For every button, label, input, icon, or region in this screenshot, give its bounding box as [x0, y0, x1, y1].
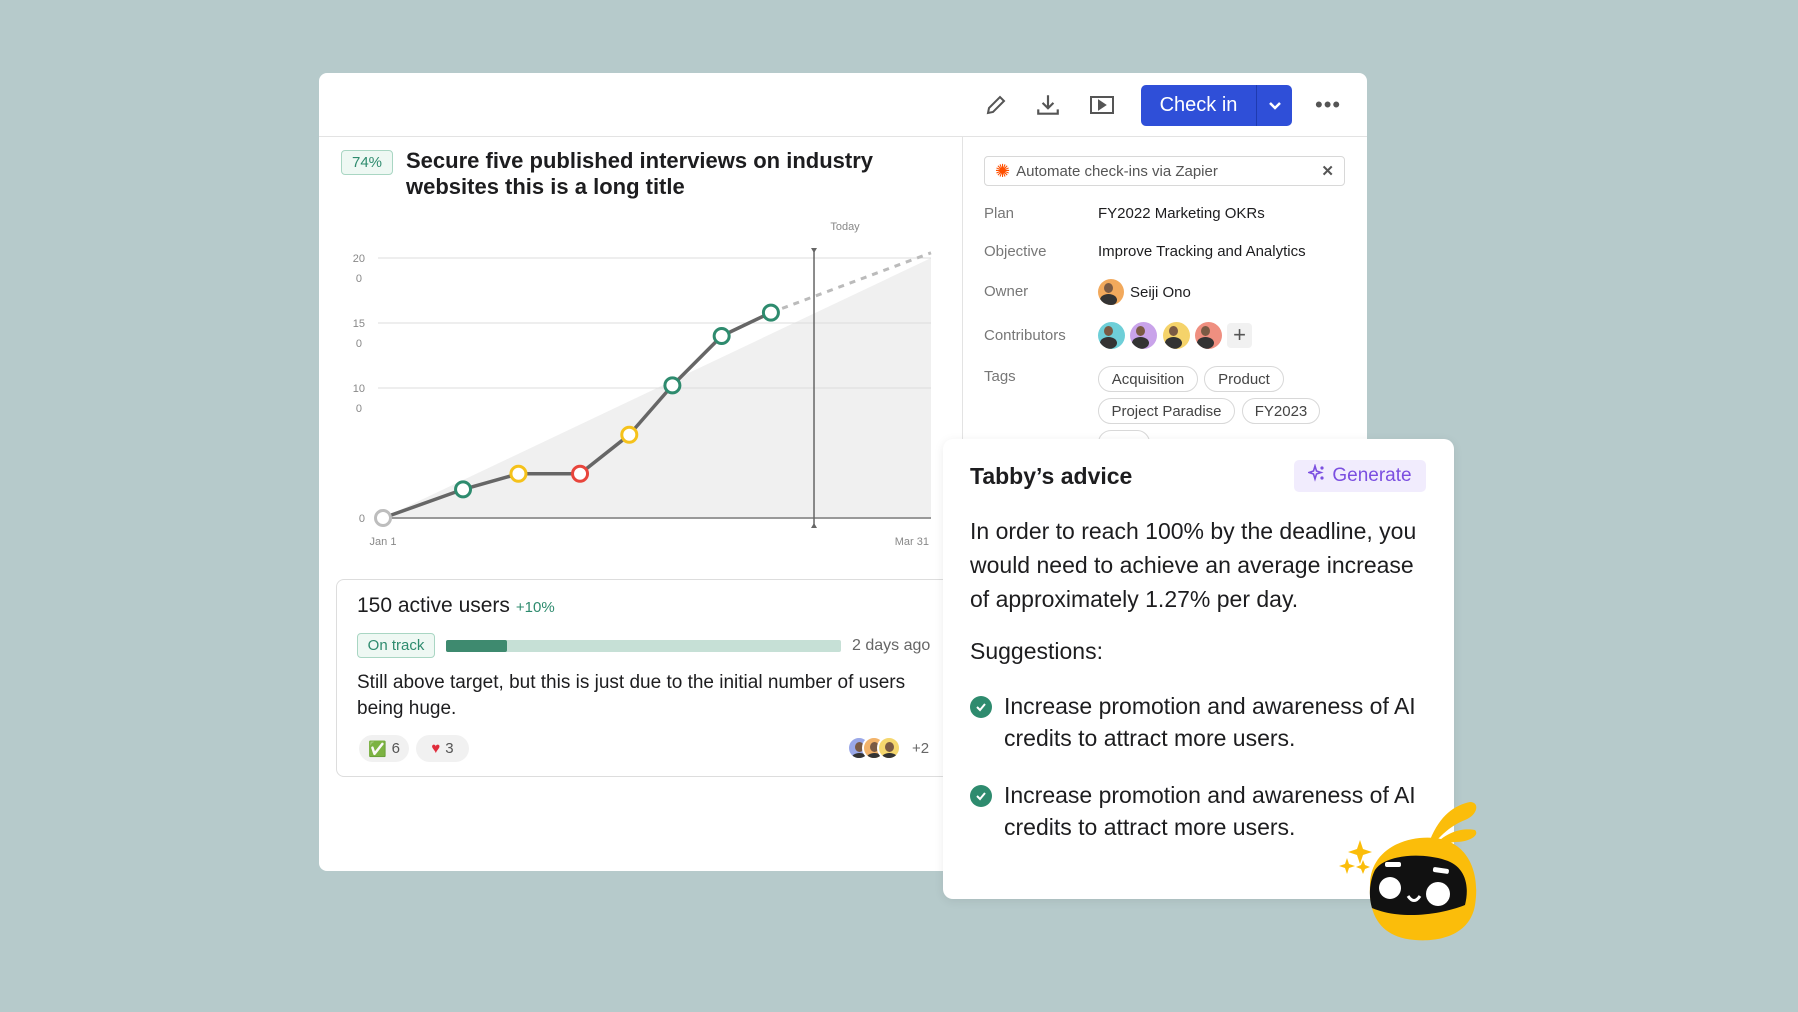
tags-label: Tags — [984, 368, 1016, 385]
contributor-avatar[interactable] — [1130, 322, 1157, 349]
y-tick-label: 0 — [356, 403, 362, 415]
data-point — [374, 509, 392, 527]
contributor-avatar[interactable] — [1163, 322, 1190, 349]
y-tick-label: 0 — [356, 273, 362, 285]
objective-value[interactable]: Improve Tracking and Analytics — [1098, 243, 1306, 260]
zapier-icon: ✺ — [995, 160, 1011, 181]
contributors-label: Contributors — [984, 327, 1066, 344]
tabby-mascot-icon — [1339, 802, 1477, 941]
checkin-title: 150 active users +10% — [357, 594, 555, 618]
check-in-button[interactable]: Check in — [1141, 85, 1292, 126]
add-contributor-button[interactable]: + — [1227, 323, 1252, 348]
plan-value[interactable]: FY2022 Marketing OKRs — [1098, 205, 1265, 222]
check-in-label: Check in — [1159, 94, 1238, 116]
owner-label: Owner — [984, 283, 1029, 300]
tag-fy2023[interactable]: FY2023 — [1242, 398, 1320, 424]
reaction-count: 3 — [445, 740, 454, 757]
chevron-down-icon[interactable] — [1257, 101, 1292, 111]
data-point — [712, 327, 731, 345]
owner-avatar — [1098, 279, 1124, 305]
check-emoji-icon: ✅ — [367, 740, 387, 758]
data-point — [509, 464, 528, 483]
contributors-list: + — [1098, 322, 1258, 350]
checkin-comment: Still above target, but this is just due… — [357, 672, 906, 719]
tag-project-paradise[interactable]: Project Paradise — [1098, 398, 1235, 424]
advice-text: In order to reach 100% by the deadline, … — [970, 518, 1417, 612]
x-tick-label: Jan 1 — [370, 536, 397, 548]
more-options-icon[interactable]: ••• — [1315, 94, 1341, 116]
advice-title: Tabby’s advice — [970, 463, 1133, 489]
generate-button[interactable]: Generate — [1294, 460, 1426, 492]
checkin-value: 150 active users — [357, 594, 510, 617]
checkin-delta: +10% — [515, 599, 555, 616]
avatar — [877, 736, 901, 760]
suggestion-item: Increase promotion and awareness of AI c… — [970, 690, 1440, 754]
key-result-title: Secure five published interviews on indu… — [406, 148, 874, 199]
toolbar-divider — [319, 136, 1367, 137]
reaction-heart[interactable]: ♥ 3 — [416, 735, 469, 762]
check-circle-icon — [970, 785, 992, 807]
owner-name: Seiji Ono — [1130, 283, 1191, 301]
contributor-avatar[interactable] — [1098, 322, 1125, 349]
y-tick-label: 0 — [359, 513, 365, 525]
y-tick-label: 15 — [353, 318, 365, 330]
data-point — [620, 425, 639, 444]
progress-badge: 74% — [341, 150, 393, 175]
status-badge: On track — [357, 633, 435, 658]
y-tick-label: 10 — [353, 383, 365, 395]
viewer-avatars[interactable] — [847, 736, 917, 762]
y-tick-label: 20 — [353, 253, 365, 265]
suggestions-heading: Suggestions: — [970, 638, 1103, 664]
progress-fill — [446, 640, 508, 652]
generate-label: Generate — [1332, 465, 1412, 486]
today-label: Today — [830, 221, 860, 233]
data-point — [663, 376, 682, 395]
close-icon[interactable]: ✕ — [1321, 162, 1334, 180]
objective-label: Objective — [984, 243, 1047, 260]
more-viewers-count: +2 — [912, 740, 930, 757]
data-point — [454, 480, 473, 499]
owner-field[interactable]: Seiji Ono — [1098, 279, 1191, 305]
checkin-timestamp: 2 days ago — [852, 637, 931, 654]
download-icon[interactable] — [1033, 90, 1063, 120]
suggestion-text: Increase promotion and awareness of AI c… — [1004, 693, 1416, 751]
y-tick-label: 0 — [356, 338, 362, 350]
check-circle-icon — [970, 696, 992, 718]
contributor-avatar[interactable] — [1195, 322, 1222, 349]
plan-label: Plan — [984, 205, 1015, 222]
progress-chart: 20 0 15 0 10 0 0 Today Jan 1 Mar 31 — [353, 221, 932, 548]
sparkle-icon — [1306, 463, 1326, 488]
tag-acquisition[interactable]: Acquisition — [1098, 366, 1198, 392]
checkin-progress-bar — [446, 640, 841, 652]
zapier-banner[interactable]: ✺ Automate check-ins via Zapier ✕ — [984, 156, 1345, 186]
x-tick-label: Mar 31 — [895, 536, 929, 548]
reaction-check[interactable]: ✅ 6 — [359, 735, 409, 762]
tag-product[interactable]: Product — [1204, 366, 1284, 392]
pencil-icon[interactable] — [981, 90, 1011, 120]
data-point — [571, 464, 590, 483]
zapier-label: Automate check-ins via Zapier — [1016, 162, 1218, 180]
data-point — [761, 303, 780, 322]
reaction-count: 6 — [391, 740, 401, 757]
present-icon[interactable] — [1087, 90, 1117, 120]
heart-emoji-icon: ♥ — [431, 740, 441, 757]
